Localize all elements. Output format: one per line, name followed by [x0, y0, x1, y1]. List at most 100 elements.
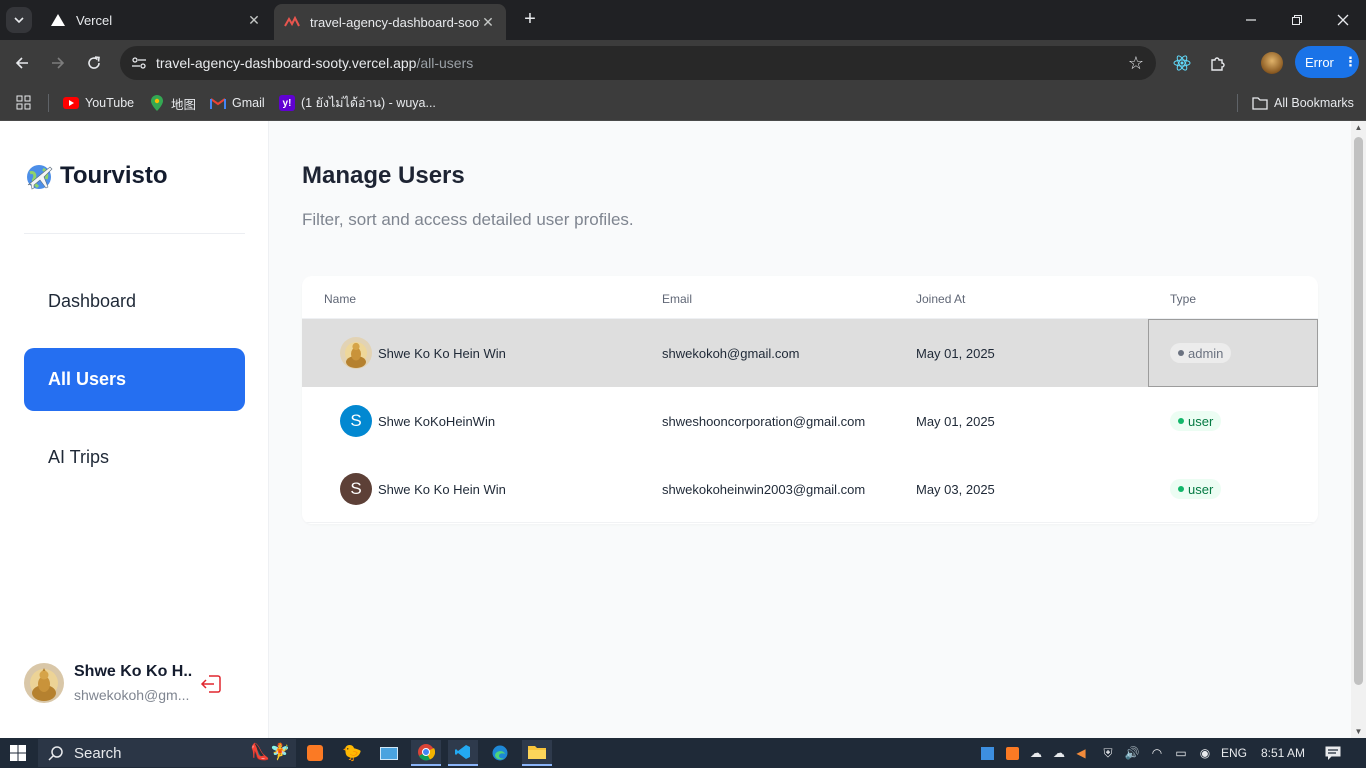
browser-toolbar: travel-agency-dashboard-sooty.vercel.app… — [0, 40, 1366, 86]
arrow-left-icon — [15, 57, 28, 69]
globe-plane-icon — [27, 165, 53, 190]
sidebar-item-dashboard[interactable]: Dashboard — [24, 270, 245, 333]
logout-icon — [200, 675, 221, 693]
name-cell: S Shwe KoKoHeinWin — [340, 387, 495, 455]
close-icon — [1337, 14, 1349, 26]
taskbar-search[interactable]: Search 👠🧚 — [38, 739, 296, 767]
search-icon — [48, 746, 63, 761]
column-header-type[interactable]: Type — [1170, 292, 1196, 306]
extensions-icon[interactable] — [1207, 52, 1229, 74]
scrollbar-thumb[interactable] — [1354, 137, 1363, 685]
site-favicon-icon — [284, 14, 300, 30]
site-settings-icon[interactable] — [122, 46, 156, 80]
close-icon[interactable]: ✕ — [480, 14, 496, 31]
badge-label: user — [1188, 481, 1214, 497]
tab-title: travel-agency-dashboard-sooty — [310, 14, 480, 30]
avatar — [340, 337, 372, 369]
sidebar-user: Shwe Ko Ko H... shwekokoh@gm... — [24, 663, 192, 703]
sidebar: Tourvisto Dashboard All Users AI Trips S… — [0, 121, 269, 738]
bookmark-gmail[interactable]: Gmail — [210, 92, 265, 114]
react-devtools-icon[interactable] — [1171, 52, 1193, 74]
error-button[interactable]: Error ⋮ — [1295, 46, 1359, 78]
column-header-name[interactable]: Name — [324, 292, 356, 306]
sidebar-item-label: AI Trips — [48, 447, 110, 467]
tab-strip: Vercel ✕ travel-agency-dashboard-sooty ✕… — [0, 0, 1366, 40]
clock[interactable]: 8:51 AM — [1258, 738, 1308, 768]
xampp-tray-icon[interactable] — [1003, 738, 1021, 768]
url-host: travel-agency-dashboard-sooty.vercel.app — [156, 55, 417, 71]
cloud-off-icon[interactable]: ☁ — [1027, 738, 1045, 768]
address-bar[interactable]: travel-agency-dashboard-sooty.vercel.app… — [120, 46, 1156, 80]
email-cell: shweshooncorporation@gmail.com — [662, 413, 866, 429]
user-name: Shwe Ko Ko Hein Win — [378, 481, 506, 497]
column-header-joined[interactable]: Joined At — [916, 292, 965, 306]
bookmark-star-icon[interactable]: ☆ — [1128, 53, 1144, 74]
vscode-icon[interactable] — [448, 740, 478, 766]
joined-cell: May 01, 2025 — [916, 413, 995, 429]
avatar[interactable] — [24, 663, 64, 703]
column-header-email[interactable]: Email — [662, 292, 692, 306]
sidebar-divider — [24, 233, 245, 234]
language-indicator[interactable]: ENG — [1218, 738, 1250, 768]
bookmark-divider — [48, 94, 49, 112]
camera-icon[interactable]: ◉ — [1196, 738, 1214, 768]
xampp-icon[interactable] — [300, 740, 330, 766]
badge-label: admin — [1188, 345, 1224, 361]
users-table: Name Email Joined At Type Shwe Ko Ko Hei… — [302, 276, 1318, 524]
bookmark-maps[interactable]: 地图 — [149, 92, 196, 114]
new-tab-button[interactable]: + — [518, 8, 542, 32]
tab-vercel[interactable]: Vercel ✕ — [40, 4, 272, 36]
brand[interactable]: Tourvisto — [24, 161, 168, 191]
desktop-icon[interactable] — [374, 740, 404, 766]
table-row[interactable]: S Shwe KoKoHeinWin shweshooncorporation@… — [302, 387, 1318, 455]
restore-button[interactable] — [1274, 0, 1320, 40]
notifications-icon[interactable] — [1322, 738, 1344, 768]
table-row[interactable]: S Shwe Ko Ko Hein Win shwekokoheinwin200… — [302, 455, 1318, 523]
all-bookmarks[interactable]: All Bookmarks — [1252, 92, 1354, 114]
vmware-icon[interactable] — [978, 738, 996, 768]
joined-cell: May 01, 2025 — [916, 345, 995, 361]
close-icon[interactable]: ✕ — [246, 12, 262, 29]
battery-icon[interactable]: ▭ — [1172, 738, 1190, 768]
bookmark-youtube[interactable]: YouTube — [63, 92, 134, 114]
profile-avatar[interactable] — [1261, 52, 1283, 74]
edge-icon[interactable] — [485, 740, 515, 766]
bookmark-yahoo[interactable]: y! (1 ยังไม่ได้อ่าน) - wuya... — [279, 92, 436, 114]
file-explorer-icon[interactable] — [522, 740, 552, 766]
volume-icon[interactable]: 🔊 — [1123, 738, 1141, 768]
bookmark-label: 地图 — [171, 97, 197, 112]
shield-icon[interactable]: ⛨ — [1099, 738, 1117, 768]
scroll-up-icon[interactable]: ▲ — [1354, 123, 1363, 132]
chrome-icon[interactable] — [411, 740, 441, 766]
bookmarks-bar: YouTube 地图 Gmail y! (1 ยังไม่ได้อ่าน) - … — [0, 86, 1366, 121]
sidebar-item-label: Dashboard — [48, 291, 137, 311]
windows-start-icon[interactable] — [10, 745, 26, 761]
logout-button[interactable] — [199, 671, 225, 697]
sidebar-item-all-users[interactable]: All Users — [24, 348, 245, 411]
page-scrollbar[interactable]: ▲ ▼ — [1351, 121, 1366, 738]
table-row[interactable]: Shwe Ko Ko Hein Win shwekokoh@gmail.com … — [302, 319, 1318, 387]
status-dot — [1178, 350, 1184, 356]
tab-dashboard[interactable]: travel-agency-dashboard-sooty ✕ — [274, 4, 506, 40]
page-subtitle: Filter, sort and access detailed user pr… — [302, 210, 634, 229]
url-path: /all-users — [416, 55, 474, 71]
page: Tourvisto Dashboard All Users AI Trips S… — [0, 121, 1351, 738]
taskbar: Search 👠🧚 🐤 ☁ ☁ ◀ ⛨ 🔊 ◠ ▭ ◉ ENG 8:51 AM — [0, 738, 1366, 768]
onedrive-icon[interactable]: ☁ — [1049, 738, 1069, 768]
user-name: Shwe Ko Ko Hein Win — [378, 345, 506, 361]
wifi-icon[interactable]: ◠ — [1148, 738, 1166, 768]
back-button[interactable] — [8, 49, 36, 77]
maps-icon — [149, 95, 165, 111]
sidebar-item-ai-trips[interactable]: AI Trips — [24, 426, 245, 489]
megaphone-icon[interactable]: ◀ — [1073, 738, 1089, 768]
forward-button[interactable] — [44, 49, 72, 77]
filezilla-icon[interactable]: 🐤 — [337, 740, 367, 766]
reload-button[interactable] — [80, 49, 108, 77]
scroll-down-icon[interactable]: ▼ — [1354, 727, 1363, 736]
close-window-button[interactable] — [1320, 0, 1366, 40]
apps-icon[interactable] — [16, 92, 32, 114]
user-name: Shwe KoKoHeinWin — [378, 413, 496, 429]
tab-search-button[interactable] — [6, 7, 32, 33]
error-label: Error — [1305, 54, 1334, 70]
minimize-button[interactable] — [1228, 0, 1274, 40]
